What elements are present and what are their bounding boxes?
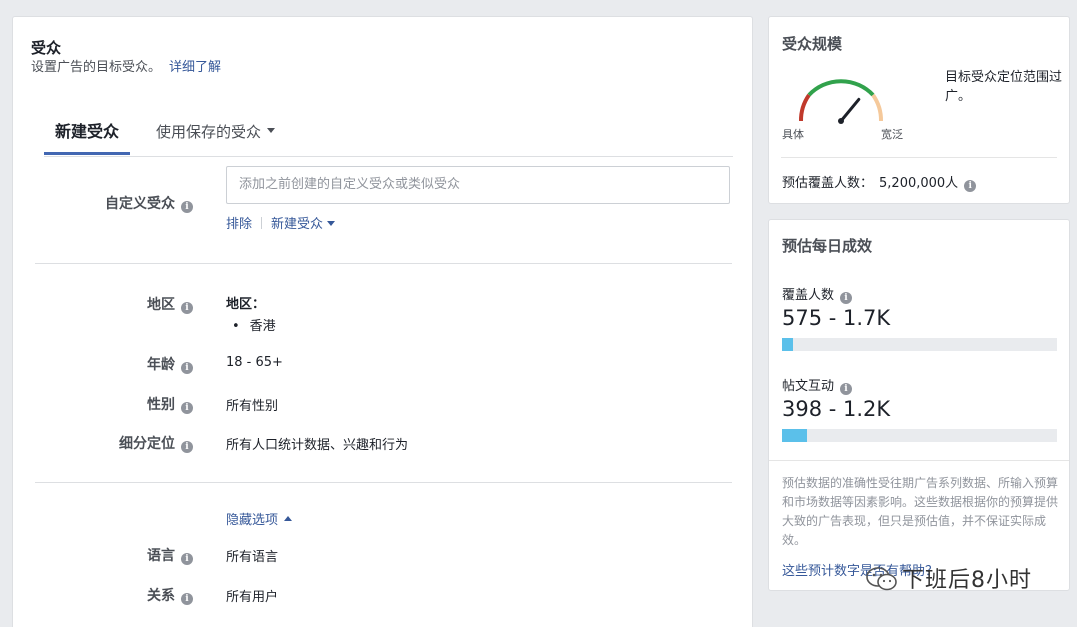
info-icon[interactable]: i [181,402,193,414]
hide-options-label: 隐藏选项 [226,513,279,528]
audience-size-title: 受众规模 [782,35,843,53]
watermark-text: 下班后8小时 [902,568,1032,593]
gauge-green-segment [807,79,875,97]
caret-down-icon [327,221,336,226]
audience-panel: 受众 设置广告的目标受众。 详细了解 新建受众 使用保存的受众 自定义受众 i 添加… [12,16,753,627]
info-icon[interactable]: i [181,201,193,213]
gender-value: 所有性别 [226,399,279,414]
detailed-targeting-label: 细分定位 i [13,433,193,453]
reach-metric-value: 575 - 1.7K [782,306,891,330]
learn-more-link[interactable]: 详细了解 [169,60,221,75]
exclude-link[interactable]: 排除 [226,217,252,232]
audience-title: 受众 [31,39,62,57]
location-heading: 地区： [226,297,266,312]
info-icon[interactable]: i [181,362,193,374]
audience-size-card: 受众规模 具体 宽泛 目标受众定位范围过广。 预估覆盖人数： 5,200,000人… [768,16,1070,204]
estimated-reach-label: 预估覆盖人数： [782,176,874,191]
custom-audience-label: 自定义受众 i [13,193,193,213]
language-value: 所有语言 [226,550,279,565]
audience-size-description: 目标受众定位范围过广。 [945,70,1063,104]
estimated-reach-value: 5,200,000人 [879,176,959,191]
link-separator [261,217,263,229]
engagement-metric-label-text: 帖文互动 [782,379,835,394]
relationship-label-text: 关系 [147,588,175,604]
engagement-progress-bar [782,429,1057,442]
location-value: 地区： 香港 [226,293,276,334]
custom-audience-actions: 排除 新建受众 [226,213,336,232]
info-icon[interactable]: i [840,383,853,395]
tab-new-audience[interactable]: 新建受众 [44,113,130,155]
info-icon[interactable]: i [181,553,193,565]
info-icon[interactable]: i [181,302,193,314]
caret-down-icon [267,128,276,133]
language-label-text: 语言 [147,548,175,564]
reach-progress-fill [782,338,793,351]
custom-audience-input[interactable]: 添加之前创建的自定义受众或类似受众 [226,166,730,204]
tab-saved-audience-label: 使用保存的受众 [156,123,262,141]
engagement-progress-fill [782,429,807,442]
location-label: 地区 i [13,294,193,314]
audience-subtitle-text: 设置广告的目标受众。 [31,60,162,75]
reach-progress-bar [782,338,1057,351]
gender-label: 性别 i [13,394,193,414]
relationship-value: 所有用户 [226,590,279,605]
detailed-targeting-value: 所有人口统计数据、兴趣和行为 [226,438,409,453]
estimated-reach: 预估覆盖人数： 5,200,000人 i [782,172,977,192]
reach-metric-label-text: 覆盖人数 [782,288,835,303]
gauge-red-segment [798,93,811,122]
age-label: 年龄 i [13,354,193,374]
info-icon[interactable]: i [964,180,977,192]
gender-label-text: 性别 [147,397,175,413]
info-icon[interactable]: i [181,593,193,605]
gauge-needle [839,97,861,123]
info-icon[interactable]: i [181,441,193,453]
age-value: 18 - 65+ [226,355,283,370]
info-icon[interactable]: i [840,292,853,304]
audience-subtitle: 设置广告的目标受众。 详细了解 [31,56,221,75]
daily-results-card: 预估每日成效 覆盖人数 i 575 - 1.7K 帖文互动 i 398 - 1.2K… [768,219,1070,591]
daily-results-title: 预估每日成效 [782,237,873,255]
gauge-pivot [838,118,844,124]
age-label-text: 年龄 [147,357,175,373]
card-divider [781,157,1057,158]
gauge-left-label: 具体 [782,128,804,141]
custom-audience-label-text: 自定义受众 [105,196,175,212]
detailed-targeting-label-text: 细分定位 [119,436,175,452]
hide-options-link[interactable]: 隐藏选项 [226,509,293,528]
caret-up-icon [284,516,293,521]
tab-saved-audience[interactable]: 使用保存的受众 [156,113,276,155]
section-divider [35,263,732,264]
audience-tabs: 新建受众 使用保存的受众 [44,113,733,157]
gauge-peach-segment [871,93,884,122]
create-new-audience-link[interactable]: 新建受众 [271,217,336,232]
engagement-metric-value: 398 - 1.2K [782,397,891,421]
location-label-text: 地区 [147,297,175,313]
location-item: 香港 [226,315,276,334]
engagement-metric-label: 帖文互动 i [782,375,853,395]
reach-metric-label: 覆盖人数 i [782,284,853,304]
relationship-label: 关系 i [13,585,193,605]
section-divider [35,482,732,483]
gauge-right-label: 宽泛 [881,128,903,141]
card-divider [769,460,1069,461]
create-new-audience-label: 新建受众 [271,217,324,232]
estimate-disclaimer: 预估数据的准确性受往期广告系列数据、所输入预算和市场数据等因素影响。这些数据根据… [782,476,1059,547]
language-label: 语言 i [13,545,193,565]
wechat-icon [866,567,897,591]
